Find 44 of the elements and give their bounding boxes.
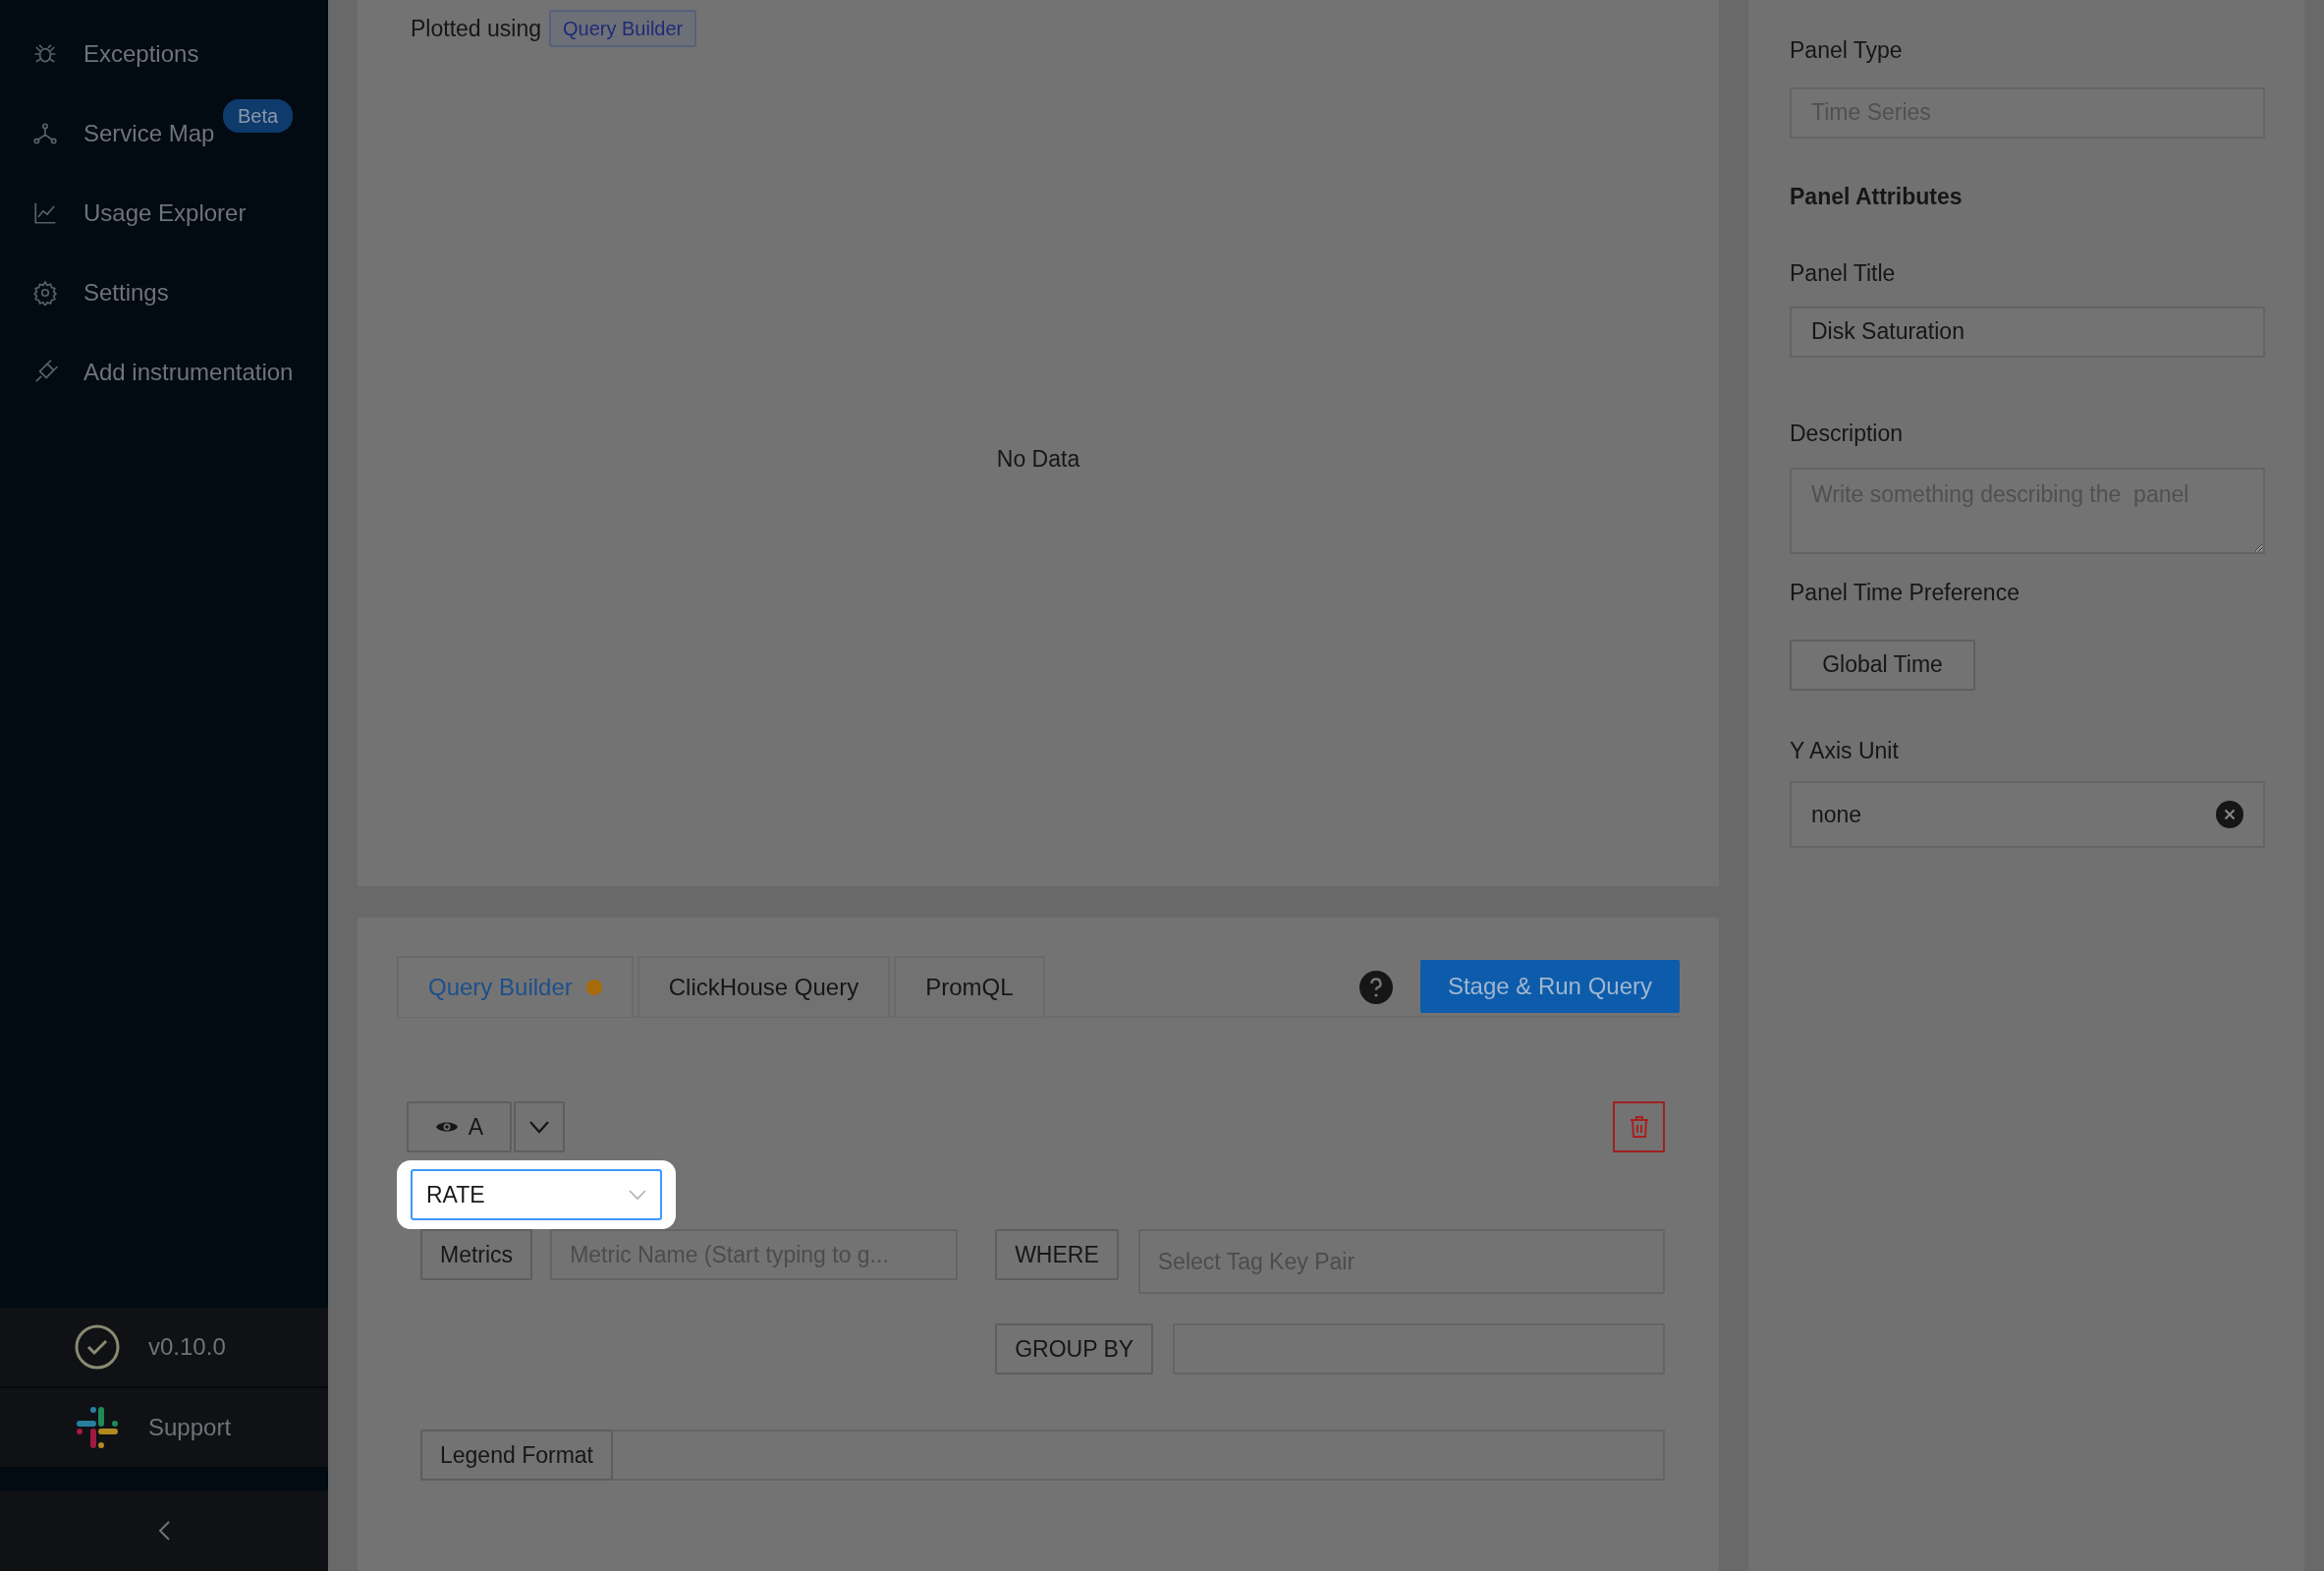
support-item[interactable]: Support [0,1388,328,1469]
collapse-button[interactable] [0,1490,328,1571]
sidebar-item[interactable]: Usage Explorer [0,173,328,252]
help-icon[interactable] [1358,970,1393,1004]
version-item[interactable]: v0.10.0 [0,1308,328,1388]
chevron-down-icon [629,1189,646,1201]
plotted-using-label: Plotted using [411,14,541,43]
y-axis-unit-label: Y Axis Unit [1790,736,1900,765]
legend-format-label: Legend Format [420,1430,613,1481]
clear-icon[interactable] [2216,801,2243,828]
time-preference-button[interactable]: Global Time [1790,639,1975,691]
sidebar-item[interactable]: Settings [0,252,328,332]
run-query-button[interactable]: Stage & Run Query [1419,960,1680,1013]
sidebar-item[interactable]: Exceptions [0,14,328,93]
no-data-message: No Data [995,445,1081,474]
panel-title-label: Panel Title [1790,259,1897,288]
description-label: Description [1790,419,1905,448]
slack-logo-icon [74,1404,121,1451]
aggregate-select[interactable]: RATE [411,1169,662,1220]
plug-icon [32,359,58,385]
network-icon [32,120,58,146]
metrics-label: Metrics [420,1229,533,1280]
trash-icon [1629,1115,1649,1139]
query-type-tag: Query Builder [549,10,697,47]
sidebar-item[interactable]: Service Map Beta [0,93,328,173]
collapse-query-button[interactable] [514,1101,565,1152]
delete-query-button[interactable] [1613,1101,1665,1152]
where-label: WHERE [995,1229,1119,1280]
panel-type-label: Panel Type [1790,36,1904,65]
chevron-down-icon [528,1120,550,1134]
query-visibility-button[interactable]: A [407,1101,512,1152]
panel-title-field[interactable]: Disk Saturation [1790,306,2265,358]
sidebar-item[interactable]: Add instrumentation [0,332,328,412]
chevron-left-icon [157,1520,171,1542]
y-axis-unit-select[interactable]: none [1790,781,2265,848]
section-title: Panel Attributes [1790,182,1964,211]
query-tab[interactable]: PromQL [894,956,1045,1017]
check-circle-icon [74,1323,121,1371]
line-chart-icon [32,199,58,226]
beta-badge: Beta [223,99,294,133]
group-by-label: GROUP BY [995,1323,1154,1375]
settings-icon [32,279,58,306]
time-preference-label: Panel Time Preference [1790,579,2020,607]
query-tab[interactable]: ClickHouse Query [636,956,891,1017]
